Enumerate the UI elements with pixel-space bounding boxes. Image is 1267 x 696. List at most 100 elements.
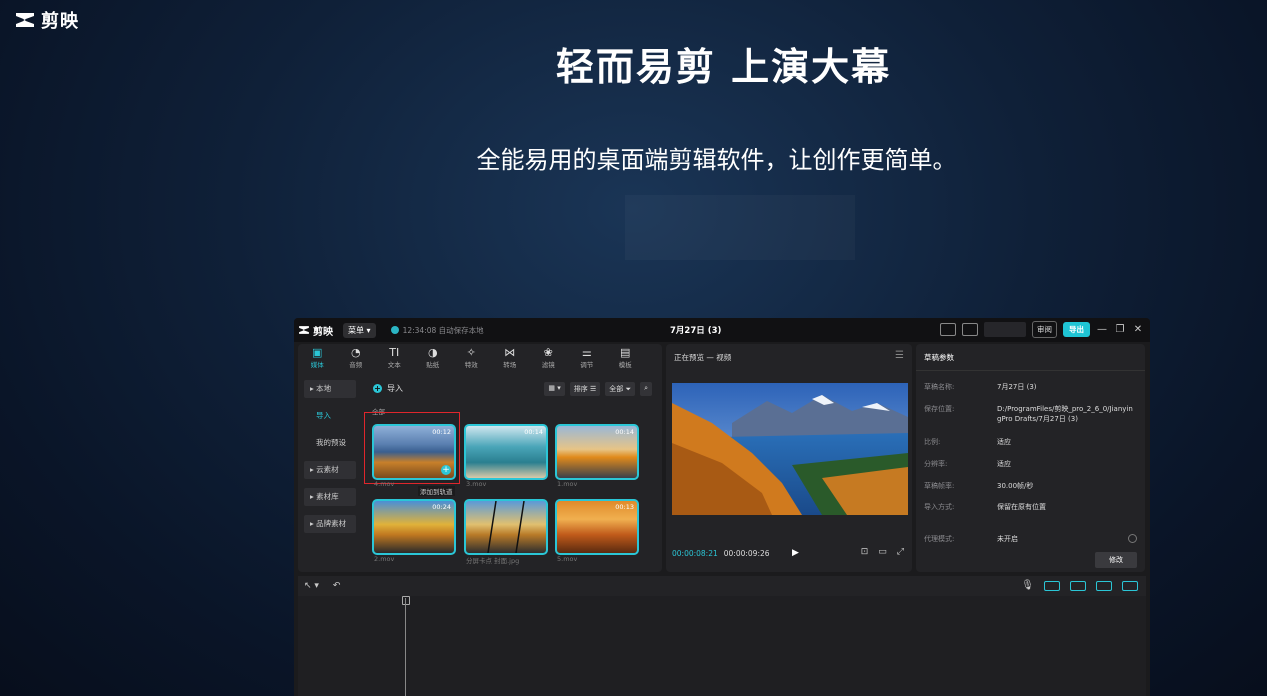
draft-key: 导入方式: [924, 503, 955, 511]
review-button[interactable]: 审阅 [1032, 321, 1057, 338]
menu-button[interactable]: 菜单 ▾ [343, 322, 376, 338]
project-title: 7月27日 (3) [670, 326, 722, 336]
ratio-icon[interactable]: ▭ [878, 547, 887, 557]
draft-value: 保留在原有位置 [997, 503, 1046, 511]
microphone-icon[interactable]: 🎙︎ [1021, 580, 1034, 591]
app-name: 剪映 [313, 326, 333, 338]
hero-subtitle: 全能易用的桌面端剪辑软件，让创作更简单。 [476, 146, 957, 174]
draft-key: 代理模式: [924, 535, 955, 543]
minimize-icon[interactable]: — [1096, 324, 1108, 335]
sort-button[interactable]: 排序 ☰ [569, 382, 601, 396]
tab-transition[interactable]: ⋈ 转场 [491, 344, 530, 370]
view-toggle[interactable]: ▦ ▾ [544, 382, 565, 396]
fullscreen-icon[interactable]: ⤢ [897, 547, 904, 557]
snap-icon[interactable] [1070, 580, 1086, 591]
close-icon[interactable]: ✕ [1132, 324, 1144, 335]
playhead-handle[interactable] [402, 596, 410, 605]
sidebar-item-import[interactable]: 导入 [304, 407, 356, 425]
tab-adjust[interactable]: ⚌ 调节 [568, 344, 607, 370]
audio-icon: ◔ [350, 346, 361, 359]
layout-icon[interactable] [962, 323, 978, 336]
tab-sticker[interactable]: ◑ 贴纸 [414, 344, 453, 370]
media-clip[interactable]: 00:13 [555, 499, 639, 555]
tab-effects[interactable]: ✧ 特效 [452, 344, 491, 370]
draft-title: 草稿参数 [924, 353, 954, 362]
selection-box [364, 412, 460, 484]
landscape-frame [672, 383, 908, 515]
sticker-icon: ◑ [427, 346, 438, 359]
draft-value: D:/ProgramFiles/剪映_pro_2_6_0/JianyingPro… [997, 405, 1133, 423]
maximize-icon[interactable]: ❐ [1114, 324, 1126, 335]
preview-title: 正在预览 — 视频 [674, 353, 732, 362]
media-panel: ▣ 媒体 ◔ 音频 TI 文本 ◑ 贴纸 ✧ 特效 ⋈ 转场 ❀ 滤镜 ⚌ 调节 ▤ 模板 ▸ 本… [298, 344, 662, 572]
autosave-status: 12:34:08 自动保存本地 [390, 325, 484, 336]
tab-media[interactable]: ▣ 媒体 [298, 344, 337, 370]
media-clip[interactable]: 00:24 [372, 499, 456, 555]
current-time: 00:00:08:21 [672, 549, 718, 558]
play-icon[interactable]: ▶ [792, 548, 799, 558]
preview-video[interactable] [672, 383, 908, 515]
keyboard-icon[interactable] [940, 323, 956, 336]
clip-name: 分屏卡点 封面.jpg [466, 557, 520, 565]
media-clip[interactable]: 00:14 [555, 424, 639, 480]
draft-key: 保存位置: [924, 405, 955, 413]
account-box[interactable] [984, 322, 1026, 337]
total-time: 00:00:09:26 [723, 549, 770, 558]
media-icon: ▣ [312, 346, 323, 359]
search-icon[interactable]: ⌕ [640, 382, 652, 396]
clip-name: 4.mov [374, 480, 395, 488]
media-clip[interactable]: 00:14 [464, 424, 548, 480]
tab-text[interactable]: TI 文本 [375, 344, 414, 370]
filter-button[interactable]: 全部 ⏷ [605, 382, 636, 396]
draft-value: 适应 [997, 460, 1011, 468]
split-lines [487, 501, 525, 553]
export-button[interactable]: 导出 [1063, 322, 1090, 337]
timeline: ↖ ▾ ↶ 🎙︎ [298, 576, 1146, 696]
app-logo: 剪映 [298, 323, 333, 338]
preview-axis-icon[interactable] [1096, 580, 1112, 591]
playhead[interactable] [405, 598, 406, 696]
check-icon [390, 326, 399, 334]
draft-value: 适应 [997, 438, 1011, 446]
divider [916, 370, 1145, 371]
transition-icon: ⋈ [504, 346, 516, 359]
capcut-logo-icon [16, 13, 34, 27]
brand-logo[interactable]: 剪映 [14, 7, 79, 33]
draft-key: 草稿名称: [924, 383, 955, 391]
tab-filter[interactable]: ❀ 滤镜 [529, 344, 568, 370]
import-button[interactable]: + 导入 [373, 383, 403, 394]
undo-icon[interactable]: ↶ [333, 581, 341, 591]
modify-button[interactable]: 修改 [1095, 552, 1137, 568]
sidebar-item-cloud[interactable]: ▸ 云素材 [304, 461, 356, 479]
effects-icon: ✧ [466, 346, 476, 359]
preview-panel: 正在预览 — 视频 ☰ 00:00:08:21 00:00:09:26 ▶ ⊡ … [666, 344, 912, 572]
hero-title: 轻而易剪 上演大幕 [555, 45, 892, 89]
tab-audio[interactable]: ◔ 音频 [337, 344, 376, 370]
capcut-logo-icon [299, 326, 309, 334]
toolbar: ▣ 媒体 ◔ 音频 TI 文本 ◑ 贴纸 ✧ 特效 ⋈ 转场 ❀ 滤镜 ⚌ 调节 ▤ 模板 [298, 344, 662, 370]
draft-key: 分辨率: [924, 460, 948, 468]
select-cursor-icon[interactable]: ↖ ▾ [304, 581, 319, 591]
link-icon[interactable] [1044, 580, 1060, 591]
draft-panel: 草稿参数 草稿名称: 7月27日 (3) 保存位置: D:/ProgramFiles… [916, 344, 1145, 572]
draft-value: 未开启 [997, 535, 1018, 543]
sidebar-item-brand[interactable]: ▸ 品牌素材 [304, 515, 356, 533]
brand-name: 剪映 [41, 11, 79, 32]
plus-icon: + [373, 384, 382, 393]
tab-template[interactable]: ▤ 模板 [606, 344, 645, 370]
filter-icon: ❀ [543, 346, 553, 359]
decorative-block [625, 195, 855, 260]
draft-value: 7月27日 (3) [997, 383, 1037, 391]
template-icon: ▤ [620, 346, 631, 359]
clip-name: 1.mov [557, 480, 578, 488]
sidebar-item-presets[interactable]: 我的预设 [304, 434, 356, 452]
sidebar-item-local[interactable]: ▸ 本地 [304, 380, 356, 398]
fit-icon[interactable]: ⊡ [861, 547, 869, 557]
sidebar-item-library[interactable]: ▸ 素材库 [304, 488, 356, 506]
menu-icon[interactable]: ☰ [895, 350, 904, 361]
media-clip[interactable] [464, 499, 548, 555]
media-sidebar: ▸ 本地 导入 我的预设 ▸ 云素材 ▸ 素材库 ▸ 品牌素材 [304, 380, 356, 542]
info-icon[interactable] [1128, 534, 1137, 543]
clip-name: 2.mov [374, 555, 395, 563]
split-icon[interactable] [1122, 580, 1138, 591]
